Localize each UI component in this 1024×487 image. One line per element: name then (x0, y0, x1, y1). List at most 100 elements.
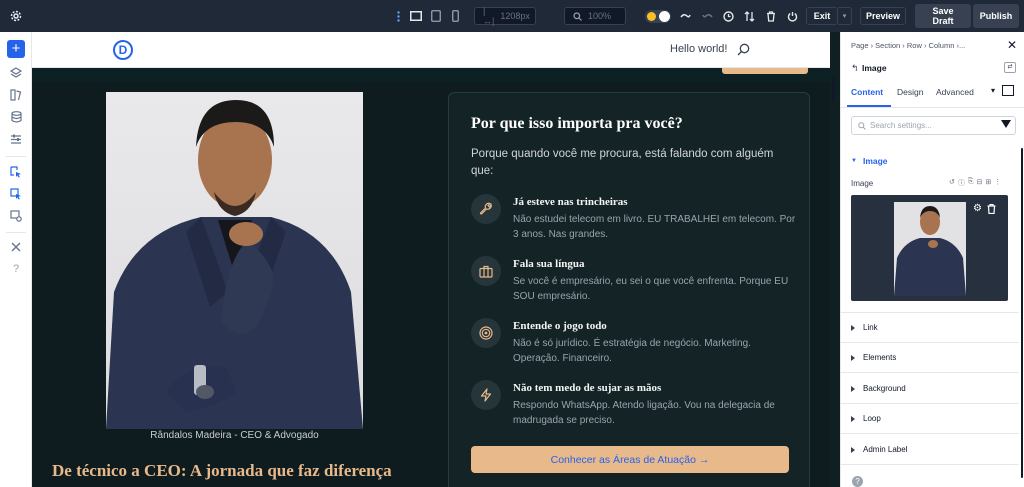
exit-button[interactable]: Exit (806, 7, 838, 25)
canvas-width-field[interactable]: |↔| 1208px (474, 6, 536, 26)
section-heading: De técnico a CEO: A jornada que faz dife… (52, 461, 392, 480)
section-background-label: Background (863, 384, 906, 393)
panel-resize-handle[interactable] (832, 78, 835, 102)
database-icon[interactable] (9, 110, 23, 124)
site-logo[interactable]: D (113, 40, 133, 60)
section-elements[interactable]: Elements (841, 343, 1019, 373)
theme-settings-icon[interactable] (9, 209, 23, 223)
close-panel-icon[interactable]: ✕ (1007, 38, 1017, 52)
page-cursor-icon[interactable] (9, 165, 23, 179)
reset-icon[interactable]: ↺ (949, 178, 955, 188)
undo-icon[interactable] (678, 7, 692, 25)
expand-caret-icon (851, 385, 855, 392)
image-field-label: Image (851, 179, 874, 188)
previous-section-button-edge[interactable] (722, 68, 808, 74)
tab-content-label: Content (851, 87, 884, 97)
add-element-button[interactable]: + (7, 40, 25, 58)
image-settings-gear-icon[interactable]: ⚙ (973, 203, 982, 214)
expand-caret-icon (851, 446, 855, 453)
desktop-view-icon[interactable] (408, 7, 424, 25)
theme-toggle[interactable] (644, 7, 672, 25)
settings-search-input[interactable]: Search settings... (851, 116, 1016, 135)
tabs-dropdown-icon[interactable]: ▾ (991, 86, 995, 95)
section-link[interactable]: Link (841, 313, 1019, 343)
collapse-caret-icon: ▼ (851, 158, 857, 164)
sidebar-divider (6, 156, 26, 157)
sliders-icon[interactable] (9, 132, 23, 146)
library-icon[interactable] (9, 88, 23, 102)
logo-letter: D (118, 43, 128, 57)
settings-gear-icon[interactable] (8, 7, 24, 25)
sort-arrows-icon[interactable] (742, 7, 756, 25)
more-vertical-icon[interactable] (394, 7, 402, 25)
zoom-field[interactable]: 100% (564, 7, 626, 25)
database-icon[interactable]: ⊟ (976, 178, 982, 188)
feature-title: Não tem medo de sujar as mãos (513, 382, 662, 394)
panel-layout-icon[interactable] (1002, 85, 1014, 96)
save-draft-button[interactable]: Save Draft (915, 4, 971, 28)
areas-cta-button[interactable]: Conhecer as Áreas de Atuação → (471, 446, 789, 473)
image-preview-box[interactable]: ⚙ (851, 195, 1008, 301)
settings-search-icon (858, 121, 866, 130)
help-question-icon[interactable]: ? (9, 262, 23, 276)
panel-help-icon[interactable]: ? (852, 476, 863, 487)
thumbnail-portrait (894, 206, 966, 296)
history-clock-icon[interactable] (721, 7, 735, 25)
why-it-matters-card: Por que isso importa pra você? Porque qu… (448, 92, 810, 487)
tab-advanced-label: Advanced (936, 87, 974, 97)
dynamic-content-icon[interactable]: ⊞ (985, 178, 991, 188)
feature-title: Entende o jogo todo (513, 320, 607, 332)
back-arrow-icon[interactable]: ↰ (851, 63, 859, 74)
tabs-divider (841, 107, 1024, 108)
zoom-value: 100% (588, 11, 612, 21)
builder-toolbar: |↔| 1208px 100% Exit ▾ Preview Save Draf… (0, 0, 1024, 32)
section-loop[interactable]: Loop (841, 404, 1019, 434)
template-cursor-icon[interactable] (9, 187, 23, 201)
image-group-header[interactable]: ▼ Image (851, 156, 888, 166)
more-options-icon[interactable]: ⋮ (994, 178, 1001, 188)
target-icon (471, 318, 501, 348)
publish-button[interactable]: Publish (973, 4, 1019, 28)
filter-icon[interactable] (1001, 120, 1011, 128)
trash-icon[interactable] (764, 7, 778, 25)
preview-label: Preview (865, 11, 901, 21)
exit-dropdown-chevron-icon[interactable]: ▾ (838, 7, 852, 25)
tablet-view-icon[interactable] (428, 7, 444, 25)
image-delete-trash-icon[interactable] (987, 203, 996, 216)
briefcase-icon (471, 256, 501, 286)
publish-label: Publish (979, 11, 1013, 21)
redo-icon[interactable] (700, 7, 714, 25)
preview-button[interactable]: Preview (860, 7, 906, 25)
site-search-icon[interactable] (737, 43, 750, 56)
section-elements-label: Elements (863, 353, 897, 362)
panel-scrollbar[interactable] (1021, 148, 1023, 478)
section-link-label: Link (863, 323, 878, 332)
site-header: D Hello world! (32, 32, 830, 68)
nav-link-hello-world[interactable]: Hello world! (670, 43, 727, 55)
tab-advanced[interactable]: Advanced (936, 87, 974, 97)
expand-caret-icon (851, 354, 855, 361)
section-background[interactable]: Background (841, 374, 1019, 404)
breadcrumb[interactable]: Page › Section › Row › Column ›... (851, 41, 965, 50)
feature-description: Não é só jurídico. É estratégia de negóc… (513, 338, 751, 364)
card-lead-text: Porque quando você me procura, está fala… (471, 148, 774, 177)
save-draft-label: Save Draft (932, 6, 954, 26)
cta-label: Conhecer as Áreas de Atuação → (550, 453, 710, 466)
help-icon[interactable]: ⓘ (958, 178, 965, 188)
settings-panel: Page › Section › Row › Column ›... ✕ ↰ I… (840, 32, 1024, 487)
tools-icon[interactable] (9, 240, 23, 254)
tab-content[interactable]: Content (851, 87, 883, 97)
layers-icon[interactable] (9, 66, 23, 80)
portrait-image[interactable] (106, 92, 363, 429)
copy-icon[interactable]: ⎘ (968, 178, 974, 188)
panel-options-icon[interactable]: ⇄ (1004, 62, 1016, 73)
toggle-knob (659, 10, 670, 22)
previous-section-strip (32, 68, 830, 82)
image-group-title: Image (862, 156, 888, 166)
power-icon[interactable] (785, 7, 799, 25)
tab-design[interactable]: Design (897, 87, 923, 97)
wrench-icon (471, 194, 501, 224)
sun-icon (647, 11, 656, 21)
phone-view-icon[interactable] (448, 7, 462, 25)
section-admin-label[interactable]: Admin Label (841, 435, 1019, 465)
